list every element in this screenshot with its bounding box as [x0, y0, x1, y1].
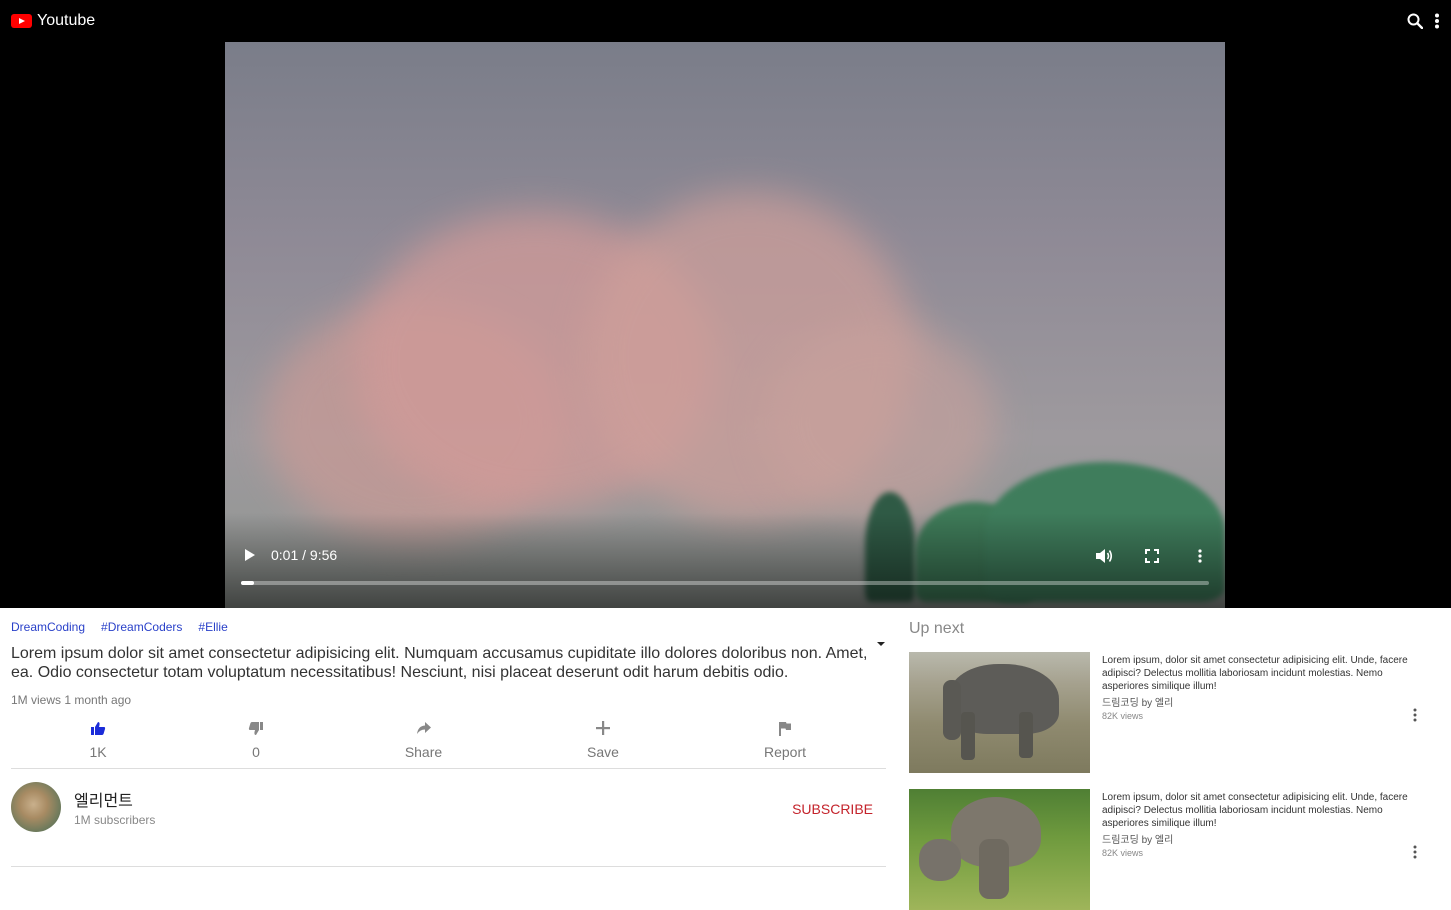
share-label: Share — [404, 744, 443, 760]
progress-bar-fill — [241, 581, 254, 585]
up-next-channel[interactable]: 드림코딩 by 엘리 — [1102, 694, 1412, 709]
item-more-icon[interactable] — [1413, 708, 1419, 722]
flag-icon — [778, 717, 792, 739]
elephant-figure — [943, 680, 961, 740]
report-label: Report — [763, 744, 807, 760]
thumbs-up-icon — [90, 717, 106, 739]
channel-row: 엘리먼트 1M subscribers SUBSCRIBE — [11, 781, 886, 833]
hashtag-link[interactable]: DreamCoding — [11, 620, 85, 634]
up-next-description: Lorem ipsum, dolor sit amet consectetur … — [1102, 792, 1408, 829]
youtube-logo-icon — [11, 14, 32, 28]
item-more-icon[interactable] — [1413, 845, 1419, 859]
up-next-heading: Up next — [909, 620, 965, 637]
save-label: Save — [587, 744, 619, 760]
player-area: 0:01 / 9:56 — [0, 42, 1451, 608]
video-title: Lorem ipsum dolor sit amet consectetur a… — [11, 645, 868, 681]
elephant-figure — [961, 712, 975, 760]
progress-bar[interactable] — [241, 581, 1209, 585]
video-player[interactable]: 0:01 / 9:56 — [225, 42, 1225, 608]
elephant-figure — [1019, 712, 1033, 758]
dislike-button[interactable]: 0 — [185, 717, 327, 760]
video-frame-cloud — [765, 322, 995, 522]
up-next-views: 82K views — [1102, 848, 1144, 858]
fullscreen-icon[interactable] — [1141, 546, 1163, 566]
play-icon[interactable] — [243, 547, 257, 563]
like-button[interactable]: 1K — [11, 717, 185, 760]
view-count-date: 1M views 1 month ago — [11, 693, 132, 707]
logo[interactable]: Youtube — [11, 12, 95, 30]
report-button[interactable]: Report — [686, 717, 884, 760]
player-controls: 0:01 / 9:56 — [225, 542, 1225, 568]
search-icon[interactable] — [1405, 11, 1425, 31]
hashtag-link[interactable]: #DreamCoders — [101, 620, 182, 634]
hashtag-link[interactable]: #Ellie — [198, 620, 227, 634]
more-vertical-icon[interactable] — [1433, 11, 1441, 31]
volume-icon[interactable] — [1093, 546, 1115, 566]
time-display: 0:01 / 9:56 — [271, 547, 338, 563]
expand-caret-icon[interactable] — [876, 634, 886, 646]
up-next-views: 82K views — [1102, 711, 1144, 721]
player-options-icon[interactable] — [1189, 546, 1211, 566]
channel-avatar[interactable] — [11, 782, 61, 832]
dislike-count: 0 — [252, 744, 260, 760]
hashtags: DreamCoding #DreamCoders #Ellie — [11, 620, 886, 634]
thumbs-down-icon — [248, 717, 264, 739]
plus-icon — [596, 717, 610, 739]
subscriber-count: 1M subscribers — [74, 813, 156, 827]
app-title: Youtube — [37, 12, 96, 29]
up-next-panel: Up next Lorem ipsum, dolor sit amet cons… — [909, 620, 1439, 910]
top-bar: Youtube — [0, 0, 1451, 42]
elephant-figure — [979, 839, 1009, 899]
elephant-figure — [919, 839, 961, 881]
up-next-description: Lorem ipsum, dolor sit amet consectetur … — [1102, 655, 1408, 692]
subscribe-button[interactable]: SUBSCRIBE — [792, 801, 873, 817]
video-thumbnail[interactable] — [909, 789, 1090, 910]
video-info: DreamCoding #DreamCoders #Ellie Lorem ip… — [11, 620, 886, 833]
action-bar: 1K 0 Share Save Report — [11, 717, 886, 769]
up-next-channel[interactable]: 드림코딩 by 엘리 — [1102, 831, 1412, 846]
like-count: 1K — [89, 744, 107, 760]
share-button[interactable]: Share — [327, 717, 520, 760]
save-button[interactable]: Save — [520, 717, 686, 760]
divider — [11, 866, 886, 867]
share-icon — [416, 717, 432, 739]
video-thumbnail[interactable] — [909, 652, 1090, 773]
up-next-item[interactable]: Lorem ipsum, dolor sit amet consectetur … — [909, 652, 1439, 773]
up-next-item[interactable]: Lorem ipsum, dolor sit amet consectetur … — [909, 789, 1439, 910]
channel-name[interactable]: 엘리먼트 — [74, 787, 155, 811]
